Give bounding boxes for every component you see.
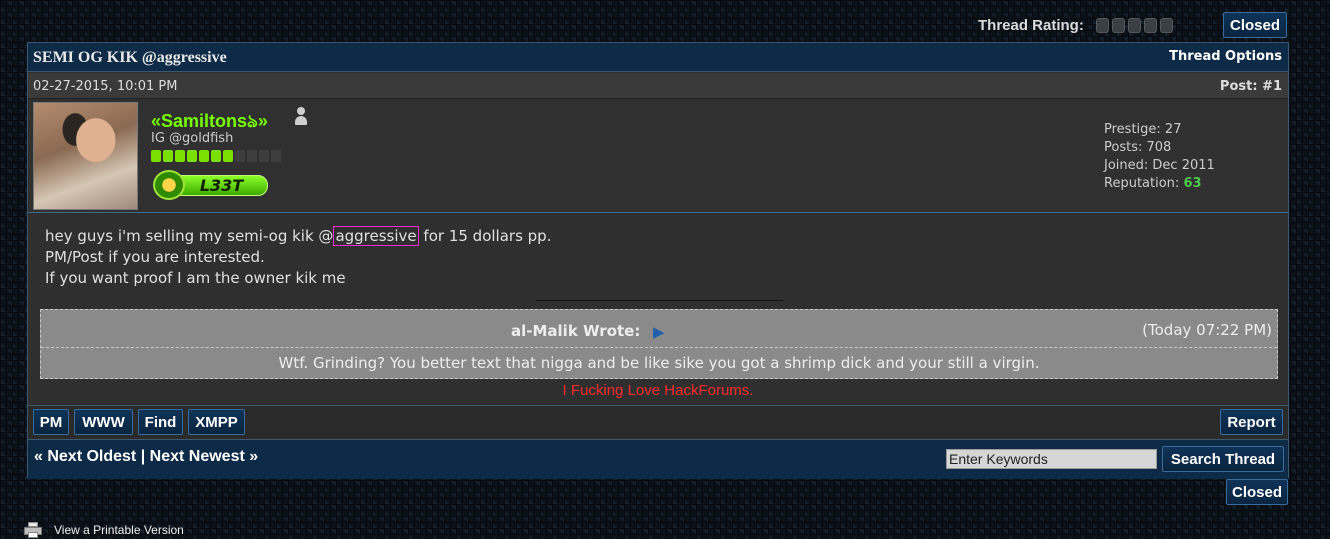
rep-pip-icon <box>235 150 245 162</box>
printable-version-label[interactable]: View a Printable Version <box>54 523 184 537</box>
rep-pip-icon <box>151 150 161 162</box>
avatar[interactable] <box>33 102 138 210</box>
quote-header: al-Malik Wrote: ▶ (Today 07:22 PM) <box>41 310 1277 348</box>
post-line-3: If you want proof I am the owner kik me <box>45 269 346 287</box>
post-date: 02-27-2015, 10:01 PM <box>33 79 178 94</box>
rating-star-3-icon[interactable] <box>1127 17 1141 33</box>
www-button[interactable]: WWW <box>74 409 133 435</box>
rep-pip-icon <box>259 150 269 162</box>
printable-version-link[interactable]: View a Printable Version <box>24 522 184 538</box>
printer-icon <box>24 522 42 538</box>
online-user-icon <box>294 107 308 125</box>
rep-pip-icon <box>175 150 185 162</box>
nav-separator: | <box>140 448 146 465</box>
post-line-2: PM/Post if you are interested. <box>45 248 265 266</box>
quote-text: Wtf. Grinding? You better text that nigg… <box>278 354 1040 372</box>
rating-star-1-icon[interactable] <box>1095 17 1109 33</box>
rep-pip-icon <box>163 150 173 162</box>
xmpp-button[interactable]: XMPP <box>188 409 245 435</box>
signature-text: I Fucking Love HackForums. <box>562 382 754 399</box>
quote-time: (Today 07:22 PM) <box>1142 321 1272 339</box>
medal-icon <box>153 170 185 200</box>
rep-pip-icon <box>211 150 221 162</box>
award-label: L33T <box>175 175 268 196</box>
search-thread-button[interactable]: Search Thread <box>1162 446 1284 472</box>
rating-star-4-icon[interactable] <box>1143 17 1157 33</box>
stat-prestige: Prestige: 27 <box>1104 122 1182 137</box>
thread-options-link[interactable]: Thread Options <box>1169 49 1282 64</box>
post-body: hey guys i'm selling my semi-og kik @ agg… <box>28 214 1288 404</box>
stat-posts: Posts: 708 <box>1104 140 1172 155</box>
closed-button-bottom[interactable]: Closed <box>1226 479 1288 505</box>
user-stats: Prestige: 27 Posts: 708 Joined: Dec 2011… <box>1104 121 1215 193</box>
post-number-link[interactable]: Post: #1 <box>1220 79 1282 94</box>
quote-author: al-Malik Wrote: <box>511 322 641 340</box>
find-button[interactable]: Find <box>138 409 183 435</box>
report-button[interactable]: Report <box>1220 409 1283 435</box>
closed-button-top[interactable]: Closed <box>1223 12 1287 38</box>
rep-pip-icon <box>271 150 281 162</box>
post-line-1: hey guys i'm selling my semi-og kik @ agg… <box>45 226 552 246</box>
stat-reputation: Reputation: 63 <box>1104 176 1202 191</box>
rep-pip-icon <box>223 150 233 162</box>
signature-divider <box>536 300 783 301</box>
thread-rating: Thread Rating: <box>978 12 1176 38</box>
stat-joined: Joined: Dec 2011 <box>1104 158 1215 173</box>
go-to-quote-arrow-icon[interactable]: ▶ <box>653 323 665 341</box>
rating-star-5-icon[interactable] <box>1159 17 1173 33</box>
reputation-value-link[interactable]: 63 <box>1183 176 1201 191</box>
thread-rating-label: Thread Rating: <box>978 16 1084 34</box>
rep-pip-icon <box>187 150 197 162</box>
rep-pip-icon <box>247 150 257 162</box>
l33t-award-badge: L33T <box>153 170 268 200</box>
search-thread-input[interactable] <box>946 449 1157 469</box>
kik-handle-highlight: aggressive <box>333 226 419 246</box>
reputation-bar <box>151 150 283 162</box>
post-author-area: «Samiltonsঌ» IG @goldfish L33T Prestige:… <box>28 100 1288 213</box>
next-oldest-link[interactable]: « Next Oldest <box>34 448 136 465</box>
thread-nav-row: « Next Oldest | Next Newest » <box>28 439 1288 479</box>
user-title: IG @goldfish <box>151 131 234 146</box>
next-newest-link[interactable]: Next Newest » <box>150 448 259 465</box>
post-message: hey guys i'm selling my semi-og kik @ agg… <box>45 226 551 289</box>
rep-pip-icon <box>199 150 209 162</box>
thread-header: SEMI OG KIK @aggressive Thread Options <box>28 43 1288 72</box>
thread-nav-links: « Next Oldest | Next Newest » <box>34 448 258 466</box>
thread-title: SEMI OG KIK @aggressive <box>33 49 227 66</box>
pm-button[interactable]: PM <box>33 409 69 435</box>
quote-block: al-Malik Wrote: ▶ (Today 07:22 PM) Wtf. … <box>40 309 1278 379</box>
post-meta-row: 02-27-2015, 10:01 PM Post: #1 <box>28 73 1288 99</box>
rating-star-2-icon[interactable] <box>1111 17 1125 33</box>
